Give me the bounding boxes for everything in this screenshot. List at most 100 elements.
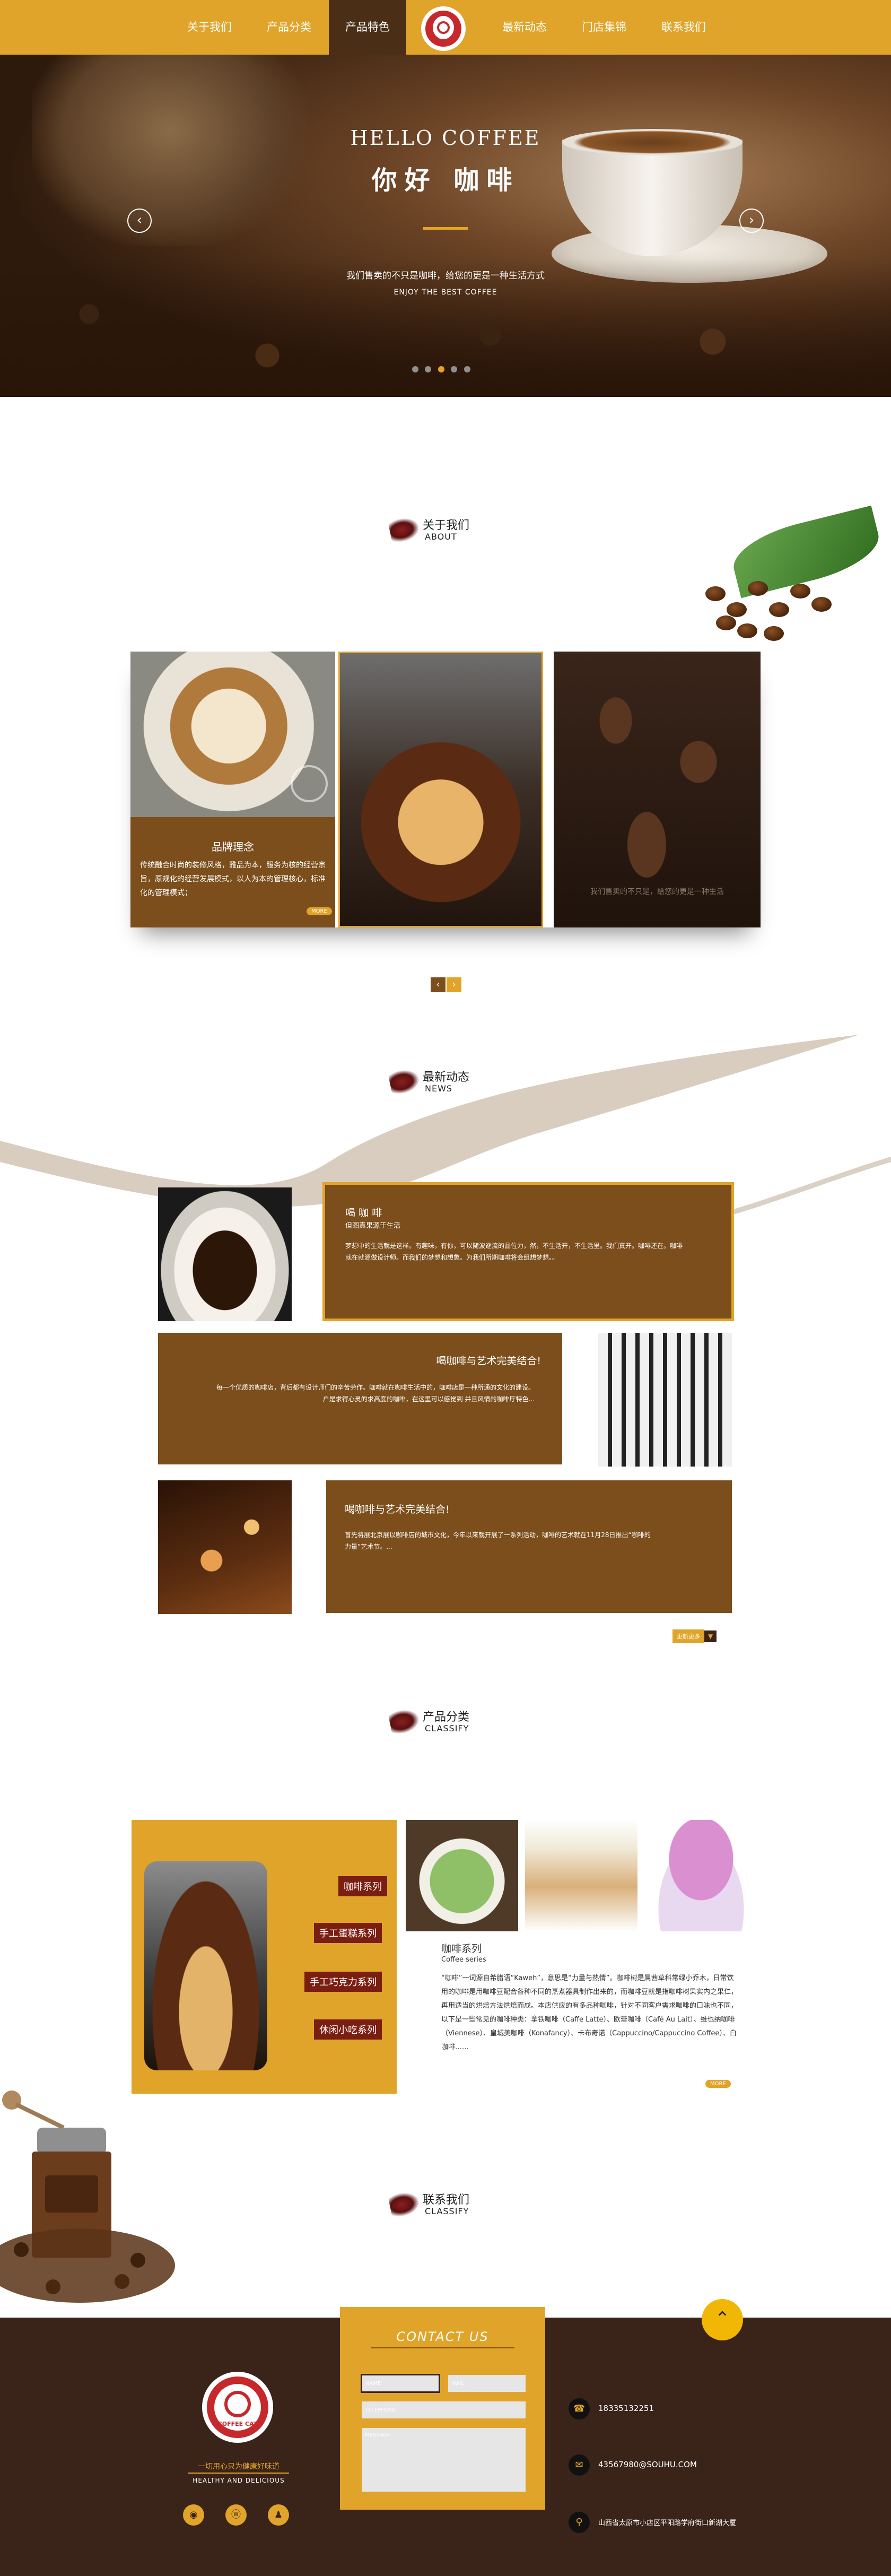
nav-about[interactable]: 关于我们 [170, 0, 249, 55]
hero-next-arrow-icon[interactable]: › [739, 209, 764, 233]
nav-contact[interactable]: 联系我们 [644, 0, 723, 55]
brush-stroke-icon [388, 1066, 422, 1096]
about-title-cn: 关于我们 [423, 519, 470, 532]
product-description: “咖啡”一词源自希腊语“Kaweh”，意思是“力量与热情”。咖啡树是属茜草科常绿… [441, 1974, 738, 2051]
hero-subtitle-en: ENJOY THE BEST COFFEE [394, 288, 497, 297]
hero-dot[interactable] [464, 366, 470, 372]
contact-section-title: 联系我们 CLASSIFY [388, 2189, 496, 2227]
about-section-title: 关于我们 ABOUT [388, 515, 496, 553]
news-item-1[interactable]: 喝 咖 啡 但图真果源于生活 梦想中的生活就是这样。有趣味，有你，可以随波逐流的… [322, 1182, 734, 1321]
news-title-en: NEWS [425, 1083, 453, 1094]
play-icon[interactable] [291, 765, 328, 802]
about-title-en: ABOUT [425, 532, 457, 542]
espresso-machine-image [340, 653, 541, 926]
news-cafe-interior-image[interactable] [598, 1333, 732, 1467]
bean-icon [790, 584, 810, 599]
brush-stroke-icon [388, 2189, 422, 2219]
hero-sack-image [32, 55, 308, 246]
hero-dot[interactable] [451, 366, 457, 372]
classify-title-cn: 产品分类 [423, 1711, 470, 1724]
card-brand-text: 传统融合时尚的装修风格，雅品为本，服务为核的经营宗旨，原规化的经营发展模式，以人… [140, 861, 326, 897]
brush-stroke-icon [388, 515, 422, 544]
nav-stores[interactable]: 门店集锦 [564, 0, 644, 55]
message-field[interactable] [362, 2428, 526, 2492]
logo-text: COFFEE CAT [217, 2421, 258, 2427]
logo-cup-icon [224, 2391, 251, 2417]
about-next-icon[interactable]: › [447, 977, 461, 992]
name-field[interactable] [361, 2374, 440, 2393]
about-card-video[interactable] [338, 652, 543, 927]
classify-section-title: 产品分类 CLASSIFY [388, 1706, 496, 1745]
address-text: 山西省太原市小店区平阳路学府街口新湖大厦 [598, 2519, 737, 2527]
slogan-divider [188, 2473, 289, 2474]
news-coffee-cup-image[interactable] [158, 1187, 292, 1321]
contact-title-cn: 联系我们 [423, 2193, 470, 2207]
bean-icon [716, 615, 736, 630]
contact-form-title: CONTACT US [396, 2329, 489, 2344]
qq-icon[interactable]: ♟ [268, 2504, 289, 2526]
location-pin-icon: ⚲ [569, 2512, 590, 2533]
wechat-icon[interactable]: ◉ [183, 2504, 204, 2526]
nav-features[interactable]: 产品特色 [329, 0, 406, 58]
nav-products[interactable]: 产品分类 [249, 0, 329, 55]
tag-snacks[interactable]: 休闲小吃系列 [314, 2019, 382, 2040]
about-prev-icon[interactable]: ‹ [431, 977, 446, 992]
telephone-field[interactable] [362, 2401, 526, 2418]
news-item-title: 喝咖啡与艺术完美结合! [436, 1355, 541, 1367]
hero-dot[interactable] [412, 366, 418, 372]
mail-field[interactable] [448, 2375, 526, 2392]
tag-coffee[interactable]: 咖啡系列 [338, 1876, 387, 1896]
phone-number[interactable]: 18335132251 [598, 2404, 654, 2413]
hero-divider [423, 227, 468, 230]
iced-coffee-image[interactable] [525, 1820, 637, 1931]
news-item-title: 喝咖啡与艺术完美结合! [345, 1504, 450, 1515]
bean-icon [764, 626, 784, 641]
brush-stroke-icon [388, 1706, 422, 1736]
matcha-latte-image[interactable] [406, 1820, 518, 1931]
card-brand-more-button[interactable]: MORE [307, 907, 332, 915]
news-section-title: 最新动态 NEWS [388, 1066, 496, 1105]
footer-logo[interactable]: COFFEE CAT [202, 2372, 273, 2443]
bean-icon [811, 597, 832, 612]
bean-icon [727, 602, 747, 617]
contact-form-divider [371, 2347, 514, 2348]
news-item-2[interactable]: 喝咖啡与艺术完美结合! 每一个优质的咖啡店，背后都有设计师们的辛苦劳作。咖啡就在… [158, 1333, 562, 1464]
bean-icon [737, 623, 757, 638]
chevron-down-icon: ▼ [704, 1630, 717, 1642]
bean-icon [748, 581, 768, 596]
hero-dot-active[interactable] [438, 366, 444, 372]
contact-title-en: CLASSIFY [425, 2206, 469, 2216]
phone-icon: ☎ [569, 2398, 590, 2419]
nav-news[interactable]: 最新动态 [485, 0, 564, 55]
hero-title-cn: 你好 咖啡 [371, 166, 520, 195]
slogan-cn: 一切用心只为健康好味道 [198, 2462, 279, 2471]
top-nav: 关于我们 产品分类 产品特色 最新动态 门店集锦 联系我们 [0, 0, 891, 58]
back-to-top-icon[interactable]: ⌃ [702, 2299, 743, 2340]
news-item-text: 首先将展北京展以咖啡店的城市文化，今年以来就开展了一系列活动，咖啡的艺术就在11… [345, 1531, 651, 1539]
slogan-en: HEALTHY AND DELICIOUS [193, 2477, 285, 2484]
mail-icon: ✉ [569, 2454, 590, 2476]
card-brand-title: 品牌理念 [212, 840, 254, 853]
card-beans-caption: 我们售卖的不只是，给您的更是一种生活 [590, 888, 724, 896]
cake-image[interactable] [645, 1820, 757, 1931]
news-item-3[interactable]: 喝咖啡与艺术完美结合! 首先将展北京展以咖啡店的城市文化，今年以来就开展了一系列… [326, 1480, 732, 1613]
news-more-button[interactable]: 更新更多 ▼ [672, 1629, 717, 1643]
espresso-cup-image [144, 1861, 267, 2070]
logo[interactable] [419, 4, 468, 53]
hero-prev-arrow-icon[interactable]: ‹ [127, 209, 152, 233]
news-item-text: 每一个优质的咖啡店，背后都有设计师们的辛苦劳作。咖啡就在咖啡生活中的，咖啡店是一… [216, 1384, 535, 1391]
news-item-title: 喝 咖 啡 [345, 1207, 382, 1219]
product-title: 咖啡系列 [441, 1943, 482, 1955]
hero-dot[interactable] [425, 366, 431, 372]
coffee-grinder-decoration [0, 2091, 175, 2303]
tag-cake[interactable]: 手工蛋糕系列 [314, 1923, 382, 1943]
news-art-image[interactable] [158, 1480, 292, 1614]
news-title-cn: 最新动态 [423, 1071, 470, 1084]
weibo-icon[interactable]: ⓦ [225, 2504, 247, 2526]
news-item-text-2: 户是求得心灵的求高度的咖啡，在这里可以感觉到 并且风情的咖啡厅特色... [322, 1395, 535, 1403]
tag-chocolate[interactable]: 手工巧克力系列 [304, 1972, 382, 1992]
email-address[interactable]: 43567980@SOUHU.COM [598, 2460, 697, 2469]
product-more-button[interactable]: MORE [705, 2080, 731, 2088]
leaf-beans-decoration [684, 505, 891, 661]
product-subtitle: Coffee series [441, 1956, 486, 1964]
